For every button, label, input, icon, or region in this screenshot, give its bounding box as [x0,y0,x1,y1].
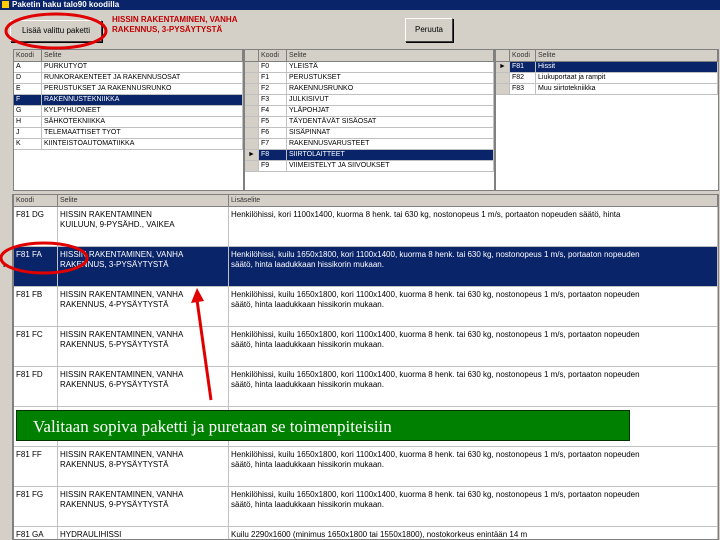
annotation-overlay [0,12,213,401]
arrow-head [191,288,204,303]
annotation-arrow [195,299,213,401]
highlight-circle-selected-row [0,241,89,275]
highlight-circle-add-button [4,12,108,50]
